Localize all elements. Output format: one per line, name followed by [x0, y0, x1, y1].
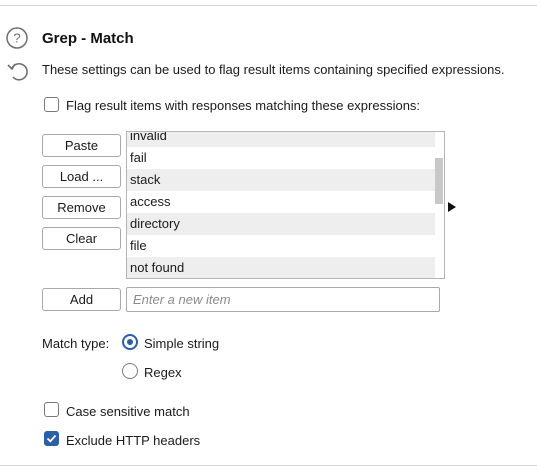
clear-button[interactable]: Clear	[42, 227, 121, 250]
top-divider	[0, 5, 537, 6]
exclude-headers-checkbox[interactable]	[44, 431, 59, 446]
list-item[interactable]: not found	[127, 257, 435, 278]
case-sensitive-label: Case sensitive match	[66, 404, 190, 419]
match-type-label: Match type:	[42, 336, 110, 351]
radio-simple-string[interactable]	[122, 334, 138, 350]
radio-regex-label: Regex	[144, 365, 182, 380]
list-item[interactable]: stack	[127, 169, 435, 191]
list-item[interactable]: invalid	[127, 132, 435, 147]
checkmark-icon	[46, 434, 57, 443]
radio-regex[interactable]	[122, 363, 138, 379]
flag-results-label: Flag result items with responses matchin…	[66, 98, 421, 113]
bottom-divider	[0, 465, 537, 466]
radio-simple-string-label: Simple string	[144, 336, 220, 351]
remove-button[interactable]: Remove	[42, 196, 121, 219]
section-title: Grep - Match	[42, 30, 134, 47]
exclude-headers-label: Exclude HTTP headers	[66, 433, 201, 448]
list-item[interactable]: directory	[127, 213, 435, 235]
expressions-list[interactable]: invalid fail stack access directory file…	[126, 131, 445, 279]
load-button[interactable]: Load ...	[42, 165, 121, 188]
list-item[interactable]: access	[127, 191, 435, 213]
svg-text:?: ?	[13, 31, 20, 46]
new-item-input[interactable]	[126, 287, 440, 312]
list-item[interactable]: fail	[127, 147, 435, 169]
list-scrollbar-thumb[interactable]	[435, 158, 443, 204]
help-circle-icon[interactable]: ?	[6, 27, 28, 49]
paste-button[interactable]: Paste	[42, 134, 121, 157]
reset-arrow-icon[interactable]	[6, 59, 30, 83]
caret-right-icon	[448, 202, 456, 212]
list-item[interactable]: file	[127, 235, 435, 257]
section-description: These settings can be used to flag resul…	[42, 62, 505, 77]
add-button[interactable]: Add	[42, 288, 121, 311]
case-sensitive-checkbox[interactable]	[44, 402, 59, 417]
flag-results-checkbox[interactable]	[44, 97, 59, 112]
